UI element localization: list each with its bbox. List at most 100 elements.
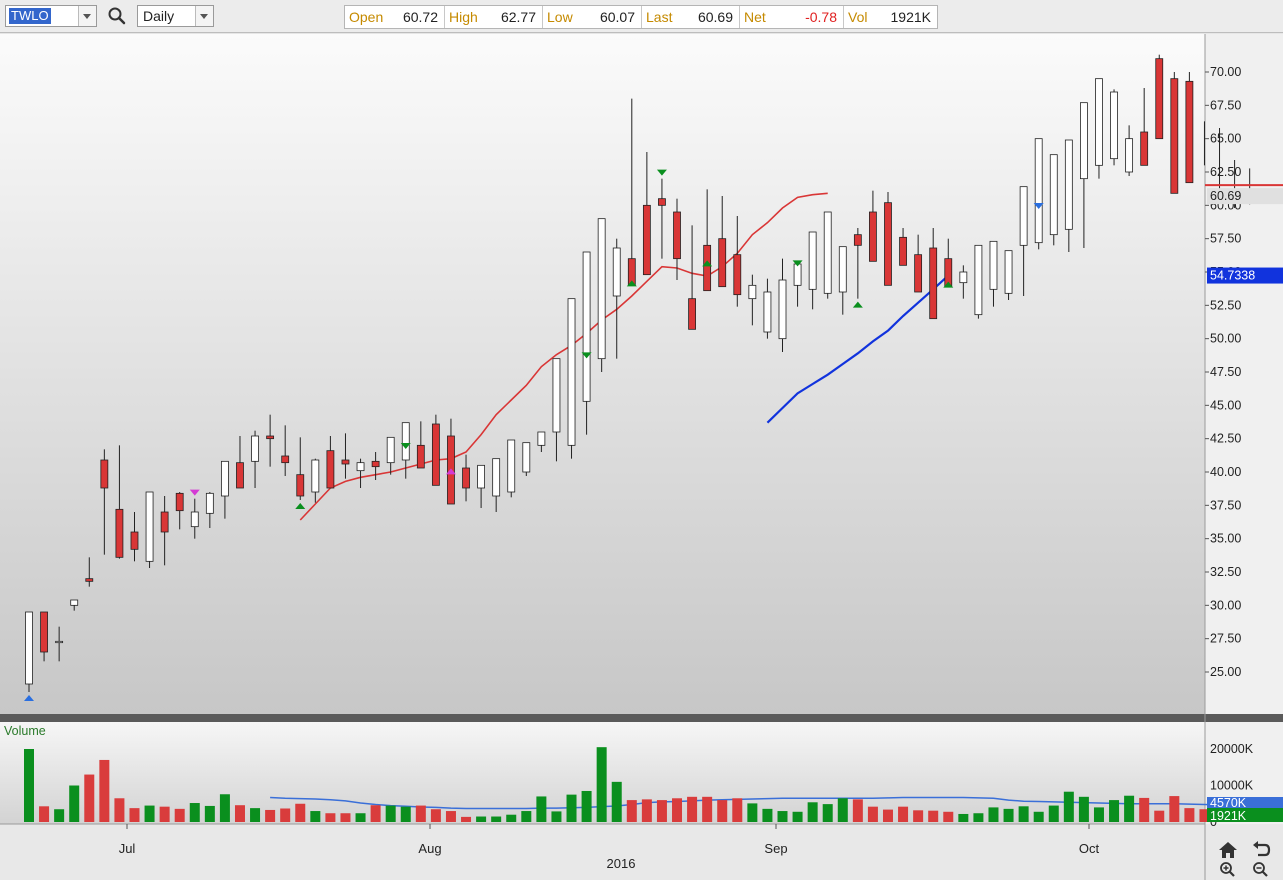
volume-bar — [551, 811, 562, 822]
candle-body — [914, 254, 923, 293]
candle-body — [326, 450, 335, 489]
volume-bar — [581, 790, 592, 822]
candle-body — [311, 459, 320, 493]
volume-bar — [521, 811, 532, 822]
volume-bar — [1063, 791, 1074, 822]
volume-bar — [1124, 795, 1135, 822]
candle-body — [793, 263, 802, 286]
candle-body — [1110, 91, 1118, 160]
candle-body — [145, 491, 154, 562]
volume-bar — [54, 809, 65, 822]
volume-bar — [1078, 796, 1089, 822]
candle-body — [115, 508, 124, 558]
volume-bar — [506, 814, 517, 822]
volume-bar — [852, 799, 863, 822]
last-price-label: 60.69 — [1210, 189, 1241, 203]
price-tick-label: 57.50 — [1210, 232, 1241, 246]
price-tick-label: 27.50 — [1210, 632, 1241, 646]
candle-body — [205, 492, 214, 514]
volume-bar — [1109, 800, 1120, 822]
candle-body — [718, 238, 727, 288]
candle-body — [356, 462, 365, 472]
volume-bar — [702, 796, 713, 822]
volume-bar — [355, 813, 366, 822]
price-tick-label: 52.50 — [1210, 298, 1241, 312]
candle-body — [763, 291, 772, 333]
volume-bar — [732, 798, 743, 822]
volume-avg-label: 4570K — [1210, 796, 1247, 810]
candle-body — [899, 236, 907, 266]
price-tick-label: 65.00 — [1210, 132, 1241, 146]
zoom-out-icon[interactable] — [1251, 861, 1271, 879]
price-panel — [0, 34, 1205, 714]
candle-body — [959, 271, 968, 284]
price-tick-label: 35.00 — [1210, 532, 1241, 546]
home-icon[interactable] — [1217, 840, 1239, 860]
x-tick-label: Oct — [1079, 841, 1100, 856]
candle-body — [55, 640, 64, 644]
volume-bar — [1169, 796, 1180, 822]
price-tick-label: 50.00 — [1210, 332, 1241, 346]
candle-body — [25, 611, 33, 685]
volume-bar — [385, 805, 396, 822]
candle-body — [236, 462, 244, 489]
volume-bar — [672, 798, 683, 822]
candle-body — [1095, 78, 1103, 166]
volume-bar — [822, 804, 833, 822]
candle-body — [778, 279, 787, 340]
price-chart[interactable]: 70.0067.5065.0062.5060.0057.5055.0052.50… — [0, 0, 1283, 880]
volume-bar — [867, 806, 878, 822]
volume-bar — [476, 816, 487, 822]
candle-body — [1004, 250, 1013, 294]
candle-body — [160, 511, 169, 533]
volume-last-label: 1921K — [1210, 809, 1247, 823]
volume-bar — [626, 800, 637, 822]
volume-bar — [1018, 806, 1029, 822]
candle-body — [1140, 131, 1149, 166]
candle-body — [597, 218, 606, 360]
volume-bar — [536, 796, 547, 822]
candle-body — [416, 444, 425, 469]
volume-bar — [566, 794, 577, 822]
candle-body — [522, 442, 531, 473]
candle-body — [266, 435, 275, 440]
volume-bar — [129, 808, 140, 822]
price-tick-label: 47.50 — [1210, 365, 1241, 379]
undo-icon[interactable] — [1250, 840, 1272, 860]
volume-bar — [807, 802, 818, 822]
zoom-in-icon[interactable] — [1218, 861, 1238, 879]
volume-tick-label: 10000K — [1210, 779, 1254, 793]
candle-body — [537, 431, 546, 446]
candle-body — [70, 599, 79, 606]
volume-bar — [325, 813, 336, 822]
candle-body — [673, 211, 681, 260]
candle-body — [552, 358, 561, 433]
candle-body — [1064, 139, 1073, 230]
volume-bar — [295, 803, 306, 822]
candle-body — [431, 423, 440, 486]
volume-bar — [973, 813, 984, 822]
ma-badge-label: 54.7338 — [1210, 269, 1255, 283]
price-tick-label: 70.00 — [1210, 65, 1241, 79]
candle-body — [869, 211, 877, 262]
volume-bar — [928, 810, 939, 822]
candle-body — [130, 531, 139, 550]
volume-bar — [415, 805, 426, 822]
volume-bar — [882, 809, 893, 822]
candle-body — [221, 460, 229, 497]
candle-body — [386, 436, 395, 464]
candle-body — [296, 474, 305, 497]
panel-divider — [0, 714, 1283, 722]
candle-body — [733, 254, 742, 296]
volume-bar — [958, 813, 969, 822]
volume-bar — [1048, 805, 1059, 822]
candle-body — [371, 460, 380, 468]
price-tick-label: 37.50 — [1210, 498, 1241, 512]
candle-body — [477, 464, 486, 489]
candle-body — [823, 211, 832, 294]
volume-bar — [174, 808, 185, 822]
volume-bar — [189, 803, 200, 822]
volume-bar — [204, 805, 215, 822]
candle-body — [462, 467, 470, 489]
volume-bar — [250, 808, 261, 822]
